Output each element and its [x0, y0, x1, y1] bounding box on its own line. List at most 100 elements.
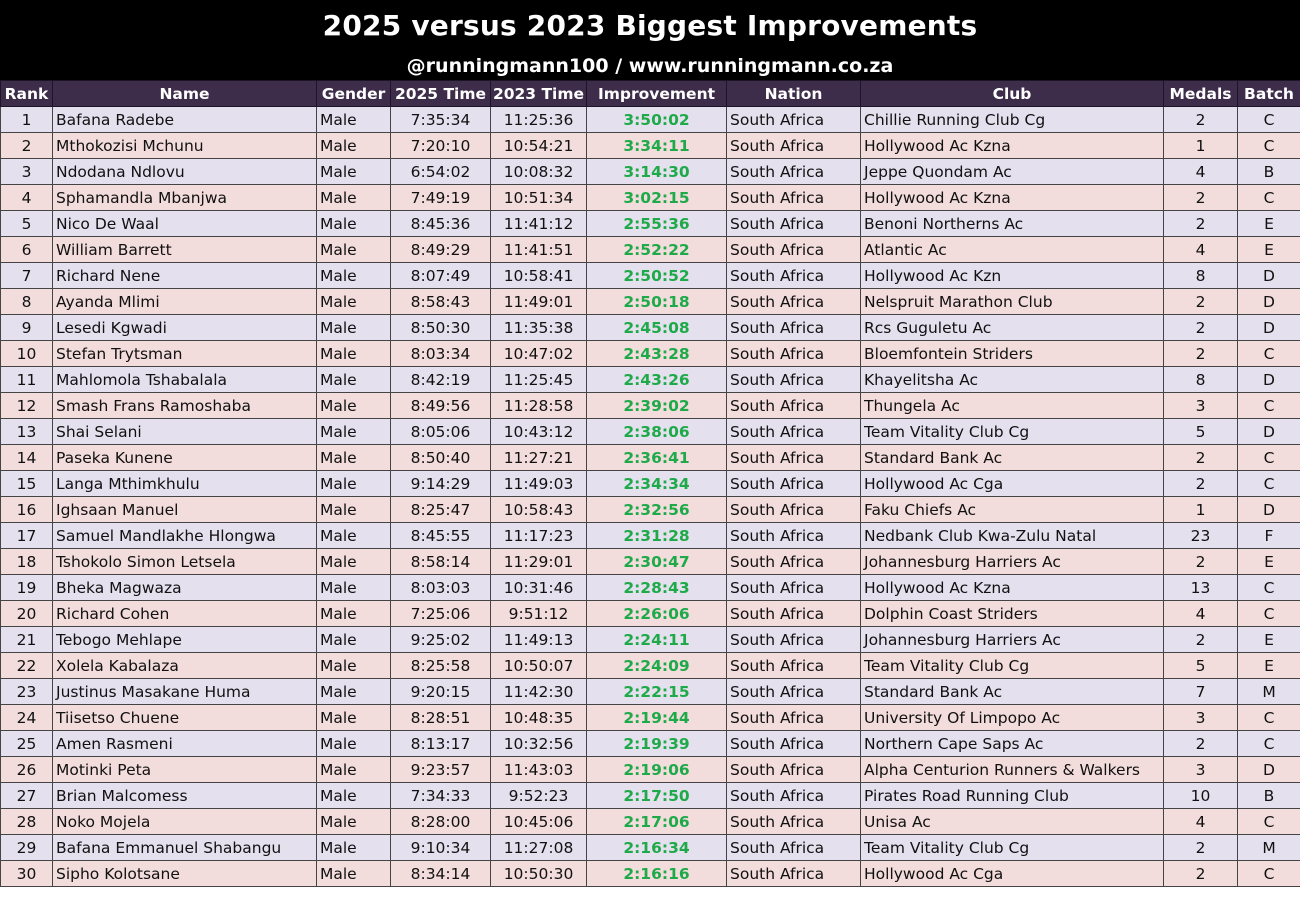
- cell-batch: D: [1237, 418, 1300, 445]
- cell-time-2025: 8:45:55: [390, 522, 491, 549]
- cell-name: Nico De Waal: [52, 210, 317, 237]
- cell-time-2023: 11:27:08: [490, 834, 587, 861]
- cell-medals: 3: [1163, 392, 1238, 419]
- cell-club: Atlantic Ac: [860, 236, 1164, 263]
- cell-improvement: 2:24:11: [586, 626, 727, 653]
- table-row: 14 Paseka Kunene Male 8:50:40 11:27:21 2:36:4…: [0, 444, 1300, 471]
- cell-medals: 2: [1163, 548, 1238, 575]
- cell-name: Sphamandla Mbanjwa: [52, 184, 317, 211]
- cell-medals: 2: [1163, 834, 1238, 861]
- table-row: 15 Langa Mthimkhulu Male 9:14:29 11:49:03 2:3…: [0, 470, 1300, 497]
- cell-medals: 13: [1163, 574, 1238, 601]
- cell-name: Brian Malcomess: [52, 782, 317, 809]
- cell-name: Bafana Emmanuel Shabangu: [52, 834, 317, 861]
- table-row: 24 Tiisetso Chuene Male 8:28:51 10:48:35 2:19…: [0, 704, 1300, 731]
- cell-time-2025: 8:49:56: [390, 392, 491, 419]
- cell-nation: South Africa: [726, 262, 861, 289]
- cell-time-2025: 8:34:14: [390, 860, 491, 887]
- cell-name: Sipho Kolotsane: [52, 860, 317, 887]
- cell-time-2025: 8:45:36: [390, 210, 491, 237]
- cell-time-2023: 11:27:21: [490, 444, 587, 471]
- cell-club: Khayelitsha Ac: [860, 366, 1164, 393]
- cell-time-2025: 8:25:58: [390, 652, 491, 679]
- cell-time-2025: 8:13:17: [390, 730, 491, 757]
- cell-nation: South Africa: [726, 184, 861, 211]
- table-row: 5 Nico De Waal Male 8:45:36 11:41:12 2:55:36 S…: [0, 210, 1300, 237]
- cell-name: Tshokolo Simon Letsela: [52, 548, 317, 575]
- cell-gender: Male: [316, 288, 391, 315]
- table-row: 21 Tebogo Mehlape Male 9:25:02 11:49:13 2:24:…: [0, 626, 1300, 653]
- table-row: 17 Samuel Mandlakhe Hlongwa Male 8:45:55 11:…: [0, 522, 1300, 549]
- cell-time-2023: 10:47:02: [490, 340, 587, 367]
- cell-club: Jeppe Quondam Ac: [860, 158, 1164, 185]
- cell-nation: South Africa: [726, 600, 861, 627]
- cell-medals: 4: [1163, 158, 1238, 185]
- cell-rank: 4: [0, 184, 53, 211]
- cell-gender: Male: [316, 704, 391, 731]
- cell-batch: C: [1237, 184, 1300, 211]
- title-banner: 2025 versus 2023 Biggest Improvements @r…: [0, 0, 1300, 80]
- cell-gender: Male: [316, 574, 391, 601]
- cell-gender: Male: [316, 418, 391, 445]
- cell-time-2023: 11:49:03: [490, 470, 587, 497]
- cell-rank: 19: [0, 574, 53, 601]
- table-row: 8 Ayanda Mlimi Male 8:58:43 11:49:01 2:50:18 S…: [0, 288, 1300, 315]
- cell-gender: Male: [316, 834, 391, 861]
- cell-batch: D: [1237, 366, 1300, 393]
- cell-medals: 2: [1163, 106, 1238, 133]
- cell-batch: B: [1237, 158, 1300, 185]
- cell-club: Hollywood Ac Kzna: [860, 184, 1164, 211]
- cell-time-2025: 8:07:49: [390, 262, 491, 289]
- cell-medals: 2: [1163, 626, 1238, 653]
- cell-club: Hollywood Ac Kzna: [860, 132, 1164, 159]
- cell-rank: 17: [0, 522, 53, 549]
- cell-nation: South Africa: [726, 860, 861, 887]
- cell-time-2025: 9:14:29: [390, 470, 491, 497]
- table-row: 29 Bafana Emmanuel Shabangu Male 9:10:34 11:…: [0, 834, 1300, 861]
- cell-nation: South Africa: [726, 288, 861, 315]
- cell-nation: South Africa: [726, 158, 861, 185]
- cell-medals: 10: [1163, 782, 1238, 809]
- cell-gender: Male: [316, 678, 391, 705]
- cell-improvement: 2:19:44: [586, 704, 727, 731]
- table-row: 19 Bheka Magwaza Male 8:03:03 10:31:46 2:28:4…: [0, 574, 1300, 601]
- cell-rank: 2: [0, 132, 53, 159]
- cell-time-2025: 8:28:51: [390, 704, 491, 731]
- cell-batch: E: [1237, 210, 1300, 237]
- cell-gender: Male: [316, 626, 391, 653]
- cell-name: Bheka Magwaza: [52, 574, 317, 601]
- cell-nation: South Africa: [726, 626, 861, 653]
- cell-improvement: 2:16:16: [586, 860, 727, 887]
- cell-rank: 28: [0, 808, 53, 835]
- cell-time-2025: 8:50:40: [390, 444, 491, 471]
- cell-time-2025: 8:28:00: [390, 808, 491, 835]
- cell-nation: South Africa: [726, 782, 861, 809]
- cell-batch: E: [1237, 236, 1300, 263]
- cell-time-2023: 11:42:30: [490, 678, 587, 705]
- cell-club: Northern Cape Saps Ac: [860, 730, 1164, 757]
- cell-time-2023: 10:43:12: [490, 418, 587, 445]
- cell-time-2023: 11:25:36: [490, 106, 587, 133]
- cell-improvement: 2:30:47: [586, 548, 727, 575]
- cell-rank: 8: [0, 288, 53, 315]
- cell-nation: South Africa: [726, 418, 861, 445]
- cell-batch: C: [1237, 470, 1300, 497]
- cell-name: Lesedi Kgwadi: [52, 314, 317, 341]
- cell-time-2025: 7:49:19: [390, 184, 491, 211]
- column-header-nation: Nation: [726, 80, 861, 107]
- cell-rank: 18: [0, 548, 53, 575]
- cell-batch: C: [1237, 132, 1300, 159]
- cell-medals: 23: [1163, 522, 1238, 549]
- cell-time-2023: 11:35:38: [490, 314, 587, 341]
- cell-club: Nelspruit Marathon Club: [860, 288, 1164, 315]
- cell-medals: 8: [1163, 366, 1238, 393]
- cell-name: Shai Selani: [52, 418, 317, 445]
- cell-batch: E: [1237, 652, 1300, 679]
- cell-time-2025: 9:25:02: [390, 626, 491, 653]
- cell-name: Richard Nene: [52, 262, 317, 289]
- cell-time-2025: 9:23:57: [390, 756, 491, 783]
- cell-club: Chillie Running Club Cg: [860, 106, 1164, 133]
- cell-club: Johannesburg Harriers Ac: [860, 626, 1164, 653]
- cell-nation: South Africa: [726, 756, 861, 783]
- cell-name: Richard Cohen: [52, 600, 317, 627]
